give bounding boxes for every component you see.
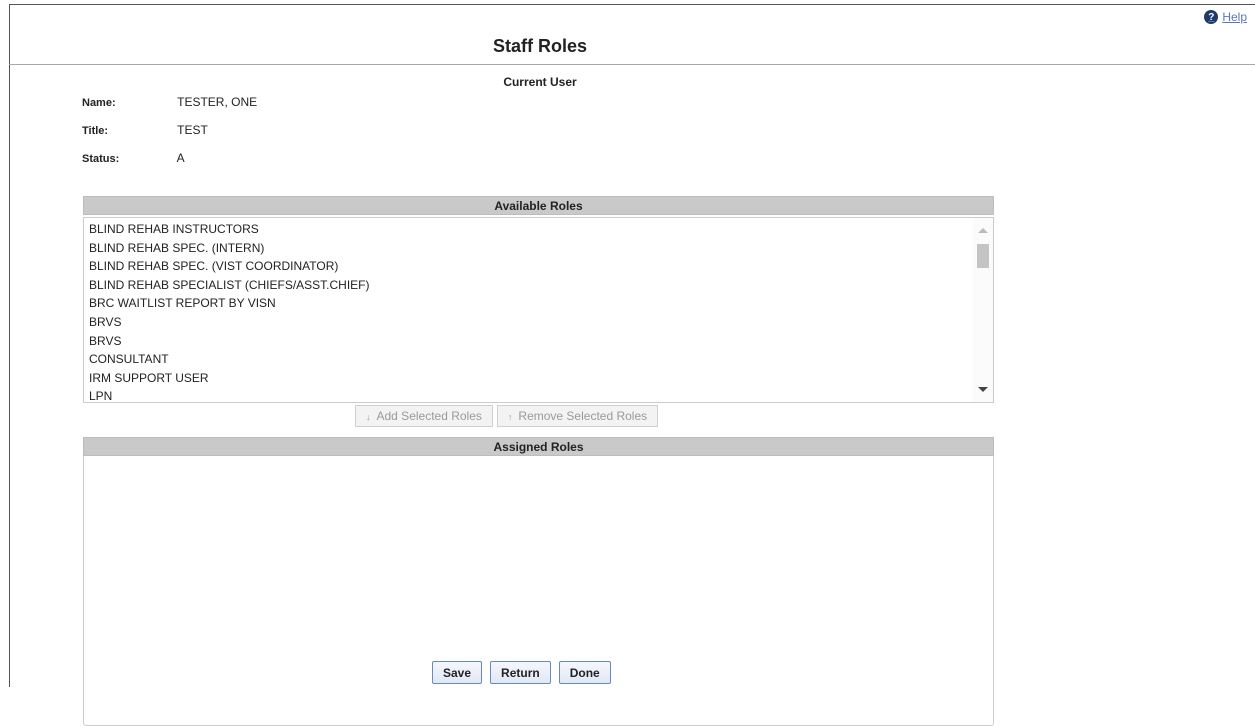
arrow-up-icon: ↑ — [507, 412, 513, 422]
add-selected-roles-button[interactable]: ↓ Add Selected Roles — [355, 405, 493, 427]
status-label: Status: — [82, 153, 120, 165]
available-roles-listbox[interactable]: BLIND REHAB INSTRUCTORS BLIND REHAB SPEC… — [83, 217, 994, 403]
role-option[interactable]: BRVS — [89, 313, 370, 332]
role-option[interactable]: LPN — [89, 387, 370, 402]
help-label[interactable]: Help — [1222, 10, 1247, 24]
role-move-buttons: ↓ Add Selected Roles ↑ Remove Selected Rol… — [355, 405, 659, 427]
scroll-down-arrow-icon[interactable] — [978, 387, 988, 392]
title-value: TEST — [177, 123, 208, 137]
title-divider — [9, 64, 1255, 65]
available-roles-scrollbar[interactable] — [973, 218, 993, 402]
page-title: Staff Roles — [492, 36, 588, 56]
scroll-thumb[interactable] — [977, 244, 989, 268]
available-roles-header: Available Roles — [83, 196, 994, 215]
role-option[interactable]: BRVS — [89, 332, 370, 351]
role-option[interactable]: BLIND REHAB SPEC. (VIST COORDINATOR) — [89, 257, 370, 276]
user-status-row: Status: A — [82, 151, 185, 165]
return-button[interactable]: Return — [490, 661, 551, 684]
assigned-roles-header: Assigned Roles — [83, 437, 994, 456]
role-option[interactable]: CONSULTANT — [89, 350, 370, 369]
name-value: TESTER, ONE — [177, 95, 258, 109]
question-circle-icon: ? — [1204, 10, 1219, 24]
role-option[interactable]: BLIND REHAB INSTRUCTORS — [89, 220, 370, 239]
arrow-down-icon: ↓ — [366, 412, 371, 422]
role-option[interactable]: IRM SUPPORT USER — [89, 369, 370, 388]
available-roles-list: BLIND REHAB INSTRUCTORS BLIND REHAB SPEC… — [89, 220, 370, 402]
user-title-row: Title: TEST — [82, 123, 208, 137]
scroll-up-arrow-icon[interactable] — [978, 228, 988, 233]
user-name-row: Name: TESTER, ONE — [82, 95, 257, 109]
role-option[interactable]: BRC WAITLIST REPORT BY VISN — [89, 294, 370, 313]
role-option[interactable]: BLIND REHAB SPECIALIST (CHIEFS/ASST.CHIE… — [89, 276, 370, 295]
assigned-roles-listbox[interactable] — [83, 456, 994, 726]
remove-selected-roles-button[interactable]: ↑ Remove Selected Roles — [496, 405, 659, 427]
save-button[interactable]: Save — [432, 661, 483, 684]
status-value: A — [176, 151, 185, 165]
done-button[interactable]: Done — [558, 661, 611, 684]
form-actions: Save Return Done — [432, 661, 611, 684]
role-option[interactable]: BLIND REHAB SPEC. (INTERN) — [89, 239, 370, 258]
title-label: Title: — [82, 125, 109, 137]
name-label: Name: — [82, 97, 116, 109]
help-link[interactable]: ? Help — [1204, 10, 1247, 24]
current-user-heading: Current User — [503, 75, 577, 89]
